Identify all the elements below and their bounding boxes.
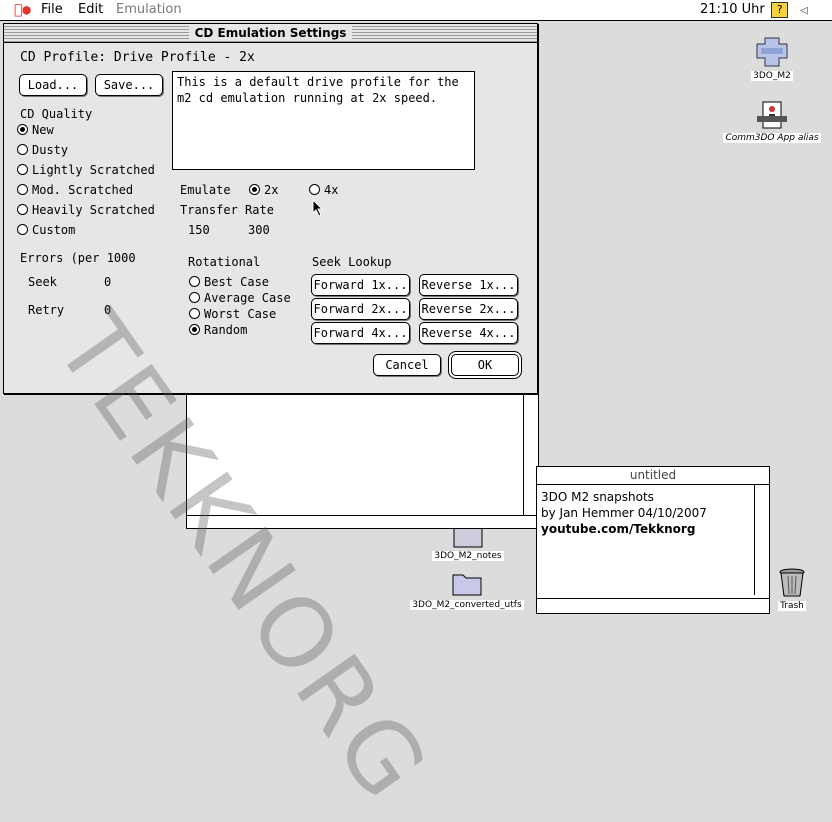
profile-description-field[interactable]: This is a default drive profile for the … [172, 71, 475, 170]
menu-clock[interactable]: 21:10 Uhr [700, 2, 765, 17]
desktop-icon-comm3do-alias[interactable]: Comm3DO App alias [722, 100, 822, 143]
3do-m2-icon [756, 37, 788, 67]
radio-label: Lightly Scratched [32, 163, 155, 177]
desktop-icon-3do-m2[interactable]: 3DO_M2 [747, 36, 797, 81]
emulate-2x-radio[interactable]: 2x [249, 183, 278, 197]
radio-label: Best Case [204, 275, 270, 289]
note-text-area[interactable]: 3DO M2 snapshots by Jan Hemmer 04/10/200… [541, 489, 707, 537]
dialog-title-bar[interactable]: CD Emulation Settings [4, 24, 537, 43]
radio-label: 4x [324, 183, 339, 197]
radio-dot [189, 308, 200, 319]
radio-label: Heavily Scratched [32, 203, 155, 217]
ok-button[interactable]: OK [451, 354, 519, 376]
menu-bar: ● File Edit Emulation 21:10 Uhr ? ◁ [0, 0, 832, 21]
desktop-icon-trash[interactable]: Trash [770, 566, 814, 611]
folder-icon [452, 574, 482, 596]
radio-dot [189, 324, 200, 335]
menu-file[interactable]: File [41, 2, 63, 17]
radio-label: Random [204, 323, 248, 337]
rotational-heading: Rotational [188, 255, 261, 269]
radio-dot [17, 184, 28, 195]
radio-dot [189, 292, 200, 303]
quality-mod-scratched-radio[interactable]: Mod. Scratched [17, 183, 133, 197]
dialog-title: CD Emulation Settings [188, 25, 353, 41]
profile-label: CD Profile: Drive Profile - 2x [20, 50, 255, 65]
radio-label: New [32, 123, 54, 137]
forward-4x-button[interactable]: Forward 4x... [311, 322, 410, 344]
retry-value[interactable]: 0 [104, 303, 111, 317]
radio-label: Dusty [32, 143, 69, 157]
menu-edit[interactable]: Edit [78, 2, 103, 17]
radio-dot [189, 276, 200, 287]
menu-emulation[interactable]: Emulation [116, 2, 182, 17]
application-menu-icon[interactable]: ◁ [800, 3, 808, 18]
seek-value[interactable]: 0 [104, 275, 111, 289]
note-horizontal-scrollbar[interactable] [537, 598, 769, 613]
emulate-label: Emulate [180, 183, 231, 197]
radio-label: 2x [264, 183, 279, 197]
quality-lightly-scratched-radio[interactable]: Lightly Scratched [17, 163, 155, 177]
mouse-cursor-icon [312, 199, 324, 217]
reverse-1x-button[interactable]: Reverse 1x... [419, 274, 518, 296]
note-line: 3DO M2 snapshots [541, 490, 654, 504]
transfer-rate-label: Transfer Rate [180, 203, 274, 217]
radio-dot [249, 184, 260, 195]
save-button[interactable]: Save... [95, 74, 163, 96]
radio-dot [17, 224, 28, 235]
cancel-button[interactable]: Cancel [373, 354, 441, 376]
reverse-4x-button[interactable]: Reverse 4x... [419, 322, 518, 344]
note-vertical-scrollbar[interactable] [754, 485, 769, 595]
radio-label: Average Case [204, 291, 291, 305]
forward-2x-button[interactable]: Forward 2x... [311, 298, 410, 320]
quality-custom-radio[interactable]: Custom [17, 223, 75, 237]
radio-dot [17, 164, 28, 175]
rotational-worst-case-radio[interactable]: Worst Case [189, 307, 276, 321]
comm3do-app-icon [757, 101, 787, 129]
note-window-title[interactable]: untitled [537, 467, 769, 485]
document-icon [453, 527, 483, 548]
radio-dot [17, 144, 28, 155]
desktop-icon-notes[interactable]: 3DO_M2_notes [428, 527, 508, 561]
note-line: by Jan Hemmer 04/10/2007 [541, 506, 707, 520]
radio-label: Worst Case [204, 307, 277, 321]
retry-label: Retry [28, 303, 65, 317]
help-icon[interactable]: ? [771, 2, 788, 18]
radio-dot [17, 124, 28, 135]
rotational-average-case-radio[interactable]: Average Case [189, 291, 291, 305]
desktop-icon-converted-utfs[interactable]: 3DO_M2_converted_utfs [404, 571, 530, 610]
radio-dot [309, 184, 320, 195]
transfer-rate-4x: 300 [248, 223, 270, 237]
quality-dusty-radio[interactable]: Dusty [17, 143, 68, 157]
radio-dot [17, 204, 28, 215]
seek-lookup-heading: Seek Lookup [312, 255, 392, 269]
note-line: youtube.com/Tekknorg [541, 522, 696, 536]
load-button[interactable]: Load... [19, 74, 87, 96]
rotational-best-case-radio[interactable]: Best Case [189, 275, 269, 289]
quality-heavily-scratched-radio[interactable]: Heavily Scratched [17, 203, 155, 217]
seek-label: Seek [28, 275, 57, 289]
apple-menu-icon[interactable]: ● [14, 2, 31, 18]
horizontal-scrollbar[interactable] [187, 515, 538, 528]
quality-new-radio[interactable]: New [17, 123, 54, 137]
note-window[interactable]: untitled 3DO M2 snapshots by Jan Hemmer … [536, 466, 770, 614]
radio-label: Mod. Scratched [32, 183, 134, 197]
rotational-random-radio[interactable]: Random [189, 323, 247, 337]
cd-quality-heading: CD Quality [20, 107, 93, 121]
forward-1x-button[interactable]: Forward 1x... [311, 274, 410, 296]
errors-heading: Errors (per 1000 [20, 251, 136, 265]
cd-emulation-settings-dialog: CD Emulation Settings CD Profile: Drive … [3, 23, 538, 394]
trash-icon [779, 568, 805, 597]
radio-label: Custom [32, 223, 76, 237]
transfer-rate-2x: 150 [188, 223, 210, 237]
reverse-2x-button[interactable]: Reverse 2x... [419, 298, 518, 320]
emulate-4x-radio[interactable]: 4x [309, 183, 338, 197]
